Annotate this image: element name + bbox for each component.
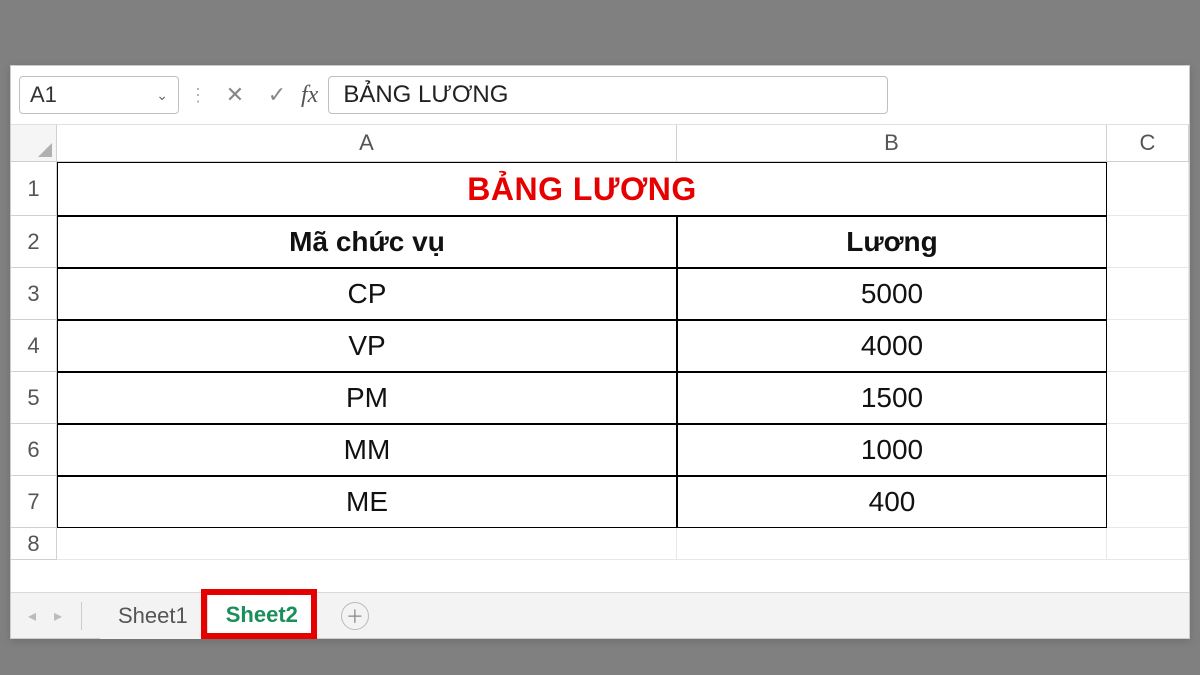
select-all-corner[interactable] bbox=[11, 125, 57, 161]
tab-nav-left-icon[interactable]: ◂ bbox=[19, 603, 45, 629]
row-4: 4 VP 4000 bbox=[11, 320, 1189, 372]
row-3: 3 CP 5000 bbox=[11, 268, 1189, 320]
cell-C3[interactable] bbox=[1107, 268, 1189, 320]
cell-B8[interactable] bbox=[677, 528, 1107, 560]
fx-icon[interactable]: fx bbox=[301, 82, 322, 109]
cell-A4[interactable]: VP bbox=[57, 320, 677, 372]
cell-A7[interactable]: ME bbox=[57, 476, 677, 528]
cell-A5[interactable]: PM bbox=[57, 372, 677, 424]
col-header-C[interactable]: C bbox=[1107, 125, 1189, 161]
tab-separator bbox=[81, 602, 82, 630]
cell-B6[interactable]: 1000 bbox=[677, 424, 1107, 476]
sheet-tab-1[interactable]: Sheet1 bbox=[100, 593, 207, 639]
row-8: 8 bbox=[11, 528, 1189, 560]
grid: A B C 1 BẢNG LƯƠNG 2 Mã chức vụ Lương 3 … bbox=[11, 125, 1189, 592]
cell-B3[interactable]: 5000 bbox=[677, 268, 1107, 320]
row-header-2[interactable]: 2 bbox=[11, 216, 57, 268]
cell-C6[interactable] bbox=[1107, 424, 1189, 476]
cell-C4[interactable] bbox=[1107, 320, 1189, 372]
enter-icon[interactable]: ✓ bbox=[259, 77, 295, 113]
column-headers: A B C bbox=[11, 125, 1189, 162]
formula-value: BẢNG LƯƠNG bbox=[343, 81, 508, 109]
formula-bar: A1 ⌄ ⋮ ✕ ✓ fx BẢNG LƯƠNG bbox=[11, 66, 1189, 125]
plus-icon: ＋ bbox=[346, 603, 364, 629]
new-sheet-button[interactable]: ＋ bbox=[341, 602, 369, 630]
row-1: 1 BẢNG LƯƠNG bbox=[11, 162, 1189, 216]
separator-dots: ⋮ bbox=[185, 85, 211, 106]
name-box-value: A1 bbox=[30, 82, 57, 108]
row-header-4[interactable]: 4 bbox=[11, 320, 57, 372]
formula-input[interactable]: BẢNG LƯƠNG bbox=[328, 76, 888, 114]
cell-A6[interactable]: MM bbox=[57, 424, 677, 476]
rows: 1 BẢNG LƯƠNG 2 Mã chức vụ Lương 3 CP 500… bbox=[11, 162, 1189, 592]
row-header-7[interactable]: 7 bbox=[11, 476, 57, 528]
cell-A2[interactable]: Mã chức vụ bbox=[57, 216, 677, 268]
cell-A3[interactable]: CP bbox=[57, 268, 677, 320]
spreadsheet-app: A1 ⌄ ⋮ ✕ ✓ fx BẢNG LƯƠNG A B C 1 BẢNG LƯ… bbox=[10, 65, 1190, 639]
sheet-tab-bar: ◂ ▸ Sheet1 Sheet2 ＋ bbox=[11, 592, 1189, 638]
name-box[interactable]: A1 ⌄ bbox=[19, 76, 179, 114]
cell-A1-title[interactable]: BẢNG LƯƠNG bbox=[57, 162, 1107, 216]
cell-C5[interactable] bbox=[1107, 372, 1189, 424]
row-header-1[interactable]: 1 bbox=[11, 162, 57, 216]
row-header-3[interactable]: 3 bbox=[11, 268, 57, 320]
cell-A8[interactable] bbox=[57, 528, 677, 560]
col-header-A[interactable]: A bbox=[57, 125, 677, 161]
cell-C1[interactable] bbox=[1107, 162, 1189, 216]
chevron-down-icon: ⌄ bbox=[156, 87, 168, 104]
row-header-6[interactable]: 6 bbox=[11, 424, 57, 476]
row-header-5[interactable]: 5 bbox=[11, 372, 57, 424]
cell-B2[interactable]: Lương bbox=[677, 216, 1107, 268]
row-2: 2 Mã chức vụ Lương bbox=[11, 216, 1189, 268]
row-5: 5 PM 1500 bbox=[11, 372, 1189, 424]
row-6: 6 MM 1000 bbox=[11, 424, 1189, 476]
col-header-B[interactable]: B bbox=[677, 125, 1107, 161]
row-header-8[interactable]: 8 bbox=[11, 528, 57, 560]
cell-C7[interactable] bbox=[1107, 476, 1189, 528]
cell-B4[interactable]: 4000 bbox=[677, 320, 1107, 372]
tab-nav-right-icon[interactable]: ▸ bbox=[45, 603, 71, 629]
cell-B7[interactable]: 400 bbox=[677, 476, 1107, 528]
sheet-tab-2[interactable]: Sheet2 bbox=[207, 593, 317, 639]
cell-C8[interactable] bbox=[1107, 528, 1189, 560]
cell-B5[interactable]: 1500 bbox=[677, 372, 1107, 424]
row-7: 7 ME 400 bbox=[11, 476, 1189, 528]
cell-C2[interactable] bbox=[1107, 216, 1189, 268]
cancel-icon[interactable]: ✕ bbox=[217, 77, 253, 113]
